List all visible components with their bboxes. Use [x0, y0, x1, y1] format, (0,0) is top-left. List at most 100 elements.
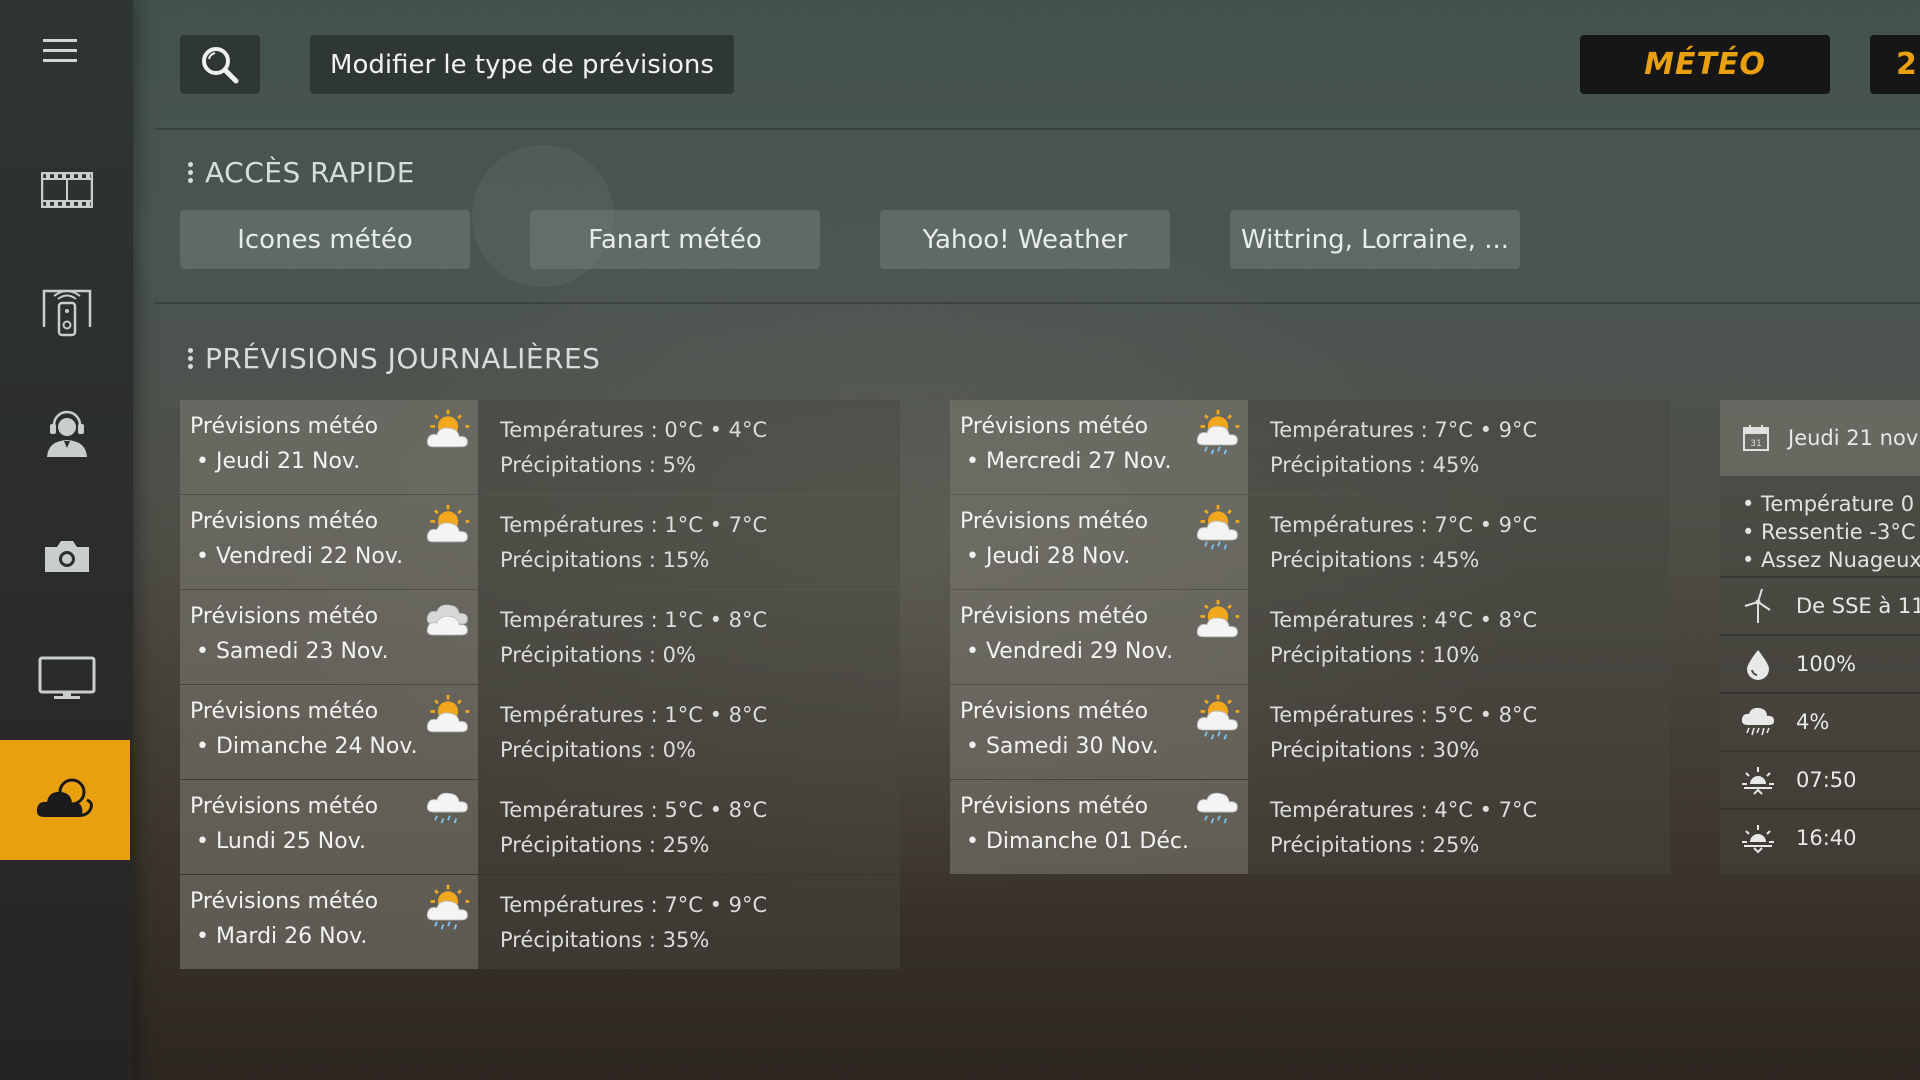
- detail-panel: • Température 0 • Ressentie -3°C • Assez…: [1720, 476, 1920, 874]
- detail-precipitation: 4%: [1720, 692, 1920, 750]
- quick-access-title-text: ACCÈS RAPIDE: [205, 156, 415, 189]
- forecast-day-row[interactable]: Prévisions météo • Samedi 23 Nov. Températ…: [180, 590, 900, 684]
- detail-temperature: • Température 0: [1742, 492, 1915, 516]
- headset-user-icon: [46, 410, 87, 457]
- quick-access-title: ACCÈS RAPIDE: [188, 156, 415, 189]
- partly-cloudy-icon: [426, 504, 470, 543]
- forecast-day-precipitation: Précipitations : 25%: [500, 833, 710, 857]
- forecast-day-header: Prévisions météo • Mercredi 27 Nov.: [950, 400, 1248, 494]
- forecast-day-temperatures: Températures : 7°C • 9°C: [500, 893, 768, 917]
- quick-button-fanart-meteo[interactable]: Fanart météo: [530, 210, 820, 269]
- detail-humidity-text: 100%: [1796, 652, 1857, 676]
- forecast-day-precipitation: Précipitations : 5%: [500, 453, 696, 477]
- svg-text:31: 31: [1750, 439, 1761, 449]
- forecast-day-details: Températures : 4°C • 8°C Précipitations :…: [1248, 590, 1670, 684]
- detail-humidity: 100%: [1720, 634, 1920, 692]
- wind-turbine-icon: [1744, 588, 1771, 623]
- sidebar-item-movies[interactable]: [0, 130, 133, 250]
- cloudy-icon: [426, 604, 468, 636]
- search-button[interactable]: [180, 35, 260, 94]
- forecast-day-temperatures: Températures : 1°C • 8°C: [500, 608, 768, 632]
- forecast-day-header: Prévisions météo • Dimanche 24 Nov.: [180, 685, 478, 779]
- forecast-day-details: Températures : 0°C • 4°C Précipitations :…: [478, 400, 900, 494]
- menu-icon[interactable]: [40, 34, 80, 68]
- forecast-day-temperatures: Températures : 7°C • 9°C: [1270, 513, 1538, 537]
- sun-cloud-rain-icon: [1196, 694, 1240, 740]
- sun-cloud-rain-icon: [1196, 409, 1240, 455]
- forecast-day-header: Prévisions météo • Samedi 23 Nov.: [180, 590, 478, 684]
- search-icon: [202, 46, 239, 83]
- forecast-day-row[interactable]: Prévisions météo • Jeudi 28 Nov. Températu…: [950, 495, 1670, 589]
- daily-forecast-title-text: PRÉVISIONS JOURNALIÈRES: [205, 342, 601, 375]
- calendar-icon: 31: [1743, 425, 1769, 451]
- forecast-day-precipitation: Précipitations : 45%: [1270, 548, 1480, 572]
- forecast-day-details: Températures : 7°C • 9°C Précipitations :…: [1248, 400, 1670, 494]
- water-drop-icon: [1747, 650, 1769, 680]
- tv-monitor-icon: [38, 656, 95, 699]
- sidebar-item-weather[interactable]: [0, 740, 130, 860]
- date-tab[interactable]: 2: [1870, 35, 1920, 94]
- quick-button-yahoo-weather[interactable]: Yahoo! Weather: [880, 210, 1170, 269]
- sidebar-item-pictures[interactable]: [0, 496, 133, 616]
- detail-date: Jeudi 21 nov: [1788, 426, 1919, 450]
- film-icon: [40, 172, 93, 208]
- sidebar-item-tv[interactable]: [0, 618, 133, 738]
- forecast-day-row[interactable]: Prévisions météo • Mercredi 27 Nov. Tempér…: [950, 400, 1670, 494]
- meteo-tab[interactable]: MÉTÉO: [1580, 35, 1830, 94]
- partly-cloudy-icon: [426, 694, 470, 733]
- quick-button-location[interactable]: Wittring, Lorraine, ...: [1230, 210, 1520, 269]
- forecast-day-details: Températures : 5°C • 8°C Précipitations :…: [478, 780, 900, 874]
- forecast-day-temperatures: Températures : 0°C • 4°C: [500, 418, 768, 442]
- forecast-day-details: Températures : 1°C • 8°C Précipitations :…: [478, 685, 900, 779]
- cloud-rain-icon: [426, 792, 468, 824]
- forecast-day-row[interactable]: Prévisions météo • Lundi 25 Nov. Températu…: [180, 780, 900, 874]
- forecast-day-temperatures: Températures : 4°C • 7°C: [1270, 798, 1538, 822]
- detail-sunrise: 07:50: [1720, 750, 1920, 808]
- forecast-day-header: Prévisions météo • Mardi 26 Nov.: [180, 875, 478, 969]
- quick-button-icones-meteo[interactable]: Icones météo: [180, 210, 470, 269]
- forecast-day-header: Prévisions météo • Samedi 30 Nov.: [950, 685, 1248, 779]
- forecast-day-details: Températures : 7°C • 9°C Précipitations :…: [478, 875, 900, 969]
- forecast-day-details: Températures : 1°C • 8°C Précipitations :…: [478, 590, 900, 684]
- forecast-day-row[interactable]: Prévisions météo • Jeudi 21 Nov. Températu…: [180, 400, 900, 494]
- forecast-day-temperatures: Températures : 1°C • 8°C: [500, 703, 768, 727]
- forecast-day-precipitation: Précipitations : 30%: [1270, 738, 1480, 762]
- divider: [155, 302, 1920, 304]
- divider: [155, 128, 1920, 130]
- modify-forecast-type-button[interactable]: Modifier le type de prévisions: [310, 35, 734, 94]
- forecast-day-precipitation: Précipitations : 45%: [1270, 453, 1480, 477]
- forecast-day-row[interactable]: Prévisions météo • Samedi 30 Nov. Températ…: [950, 685, 1670, 779]
- forecast-day-precipitation: Précipitations : 15%: [500, 548, 710, 572]
- detail-condition: • Assez Nuageux: [1742, 548, 1920, 572]
- forecast-day-precipitation: Précipitations : 0%: [500, 738, 696, 762]
- rain-cloud-icon: [1741, 707, 1774, 736]
- detail-wind-text: De SSE à 11: [1796, 594, 1920, 618]
- forecast-day-row[interactable]: Prévisions météo • Mardi 26 Nov. Températu…: [180, 875, 900, 969]
- sidebar-item-users[interactable]: [0, 374, 133, 494]
- detail-sunset-text: 16:40: [1796, 826, 1857, 850]
- dots-icon: [188, 159, 193, 186]
- sidebar-item-remote[interactable]: [0, 252, 133, 372]
- sunrise-icon: [1742, 767, 1774, 795]
- dots-icon: [188, 345, 193, 372]
- remote-control-icon: [42, 289, 91, 337]
- forecast-day-details: Températures : 1°C • 7°C Précipitations :…: [478, 495, 900, 589]
- forecast-day-header: Prévisions météo • Lundi 25 Nov.: [180, 780, 478, 874]
- sidebar: [0, 0, 133, 1080]
- forecast-day-row[interactable]: Prévisions météo • Vendredi 29 Nov. Tempér…: [950, 590, 1670, 684]
- daily-forecast-title: PRÉVISIONS JOURNALIÈRES: [188, 342, 600, 375]
- weather-cloud-icon: [36, 778, 93, 817]
- forecast-day-temperatures: Températures : 5°C • 8°C: [500, 798, 768, 822]
- sun-cloud-rain-icon: [1196, 504, 1240, 550]
- detail-header[interactable]: 31 Jeudi 21 nov: [1720, 400, 1920, 476]
- forecast-day-header: Prévisions météo • Vendredi 22 Nov.: [180, 495, 478, 589]
- forecast-day-precipitation: Précipitations : 25%: [1270, 833, 1480, 857]
- forecast-day-row[interactable]: Prévisions météo • Dimanche 01 Déc. Tempér…: [950, 780, 1670, 874]
- forecast-day-precipitation: Précipitations : 0%: [500, 643, 696, 667]
- detail-sunset: 16:40: [1720, 808, 1920, 866]
- forecast-day-row[interactable]: Prévisions météo • Vendredi 22 Nov. Tempér…: [180, 495, 900, 589]
- forecast-day-row[interactable]: Prévisions météo • Dimanche 24 Nov. Tempér…: [180, 685, 900, 779]
- forecast-day-details: Températures : 4°C • 7°C Précipitations :…: [1248, 780, 1670, 874]
- detail-sunrise-text: 07:50: [1796, 768, 1857, 792]
- detail-feels-like: • Ressentie -3°C: [1742, 520, 1916, 544]
